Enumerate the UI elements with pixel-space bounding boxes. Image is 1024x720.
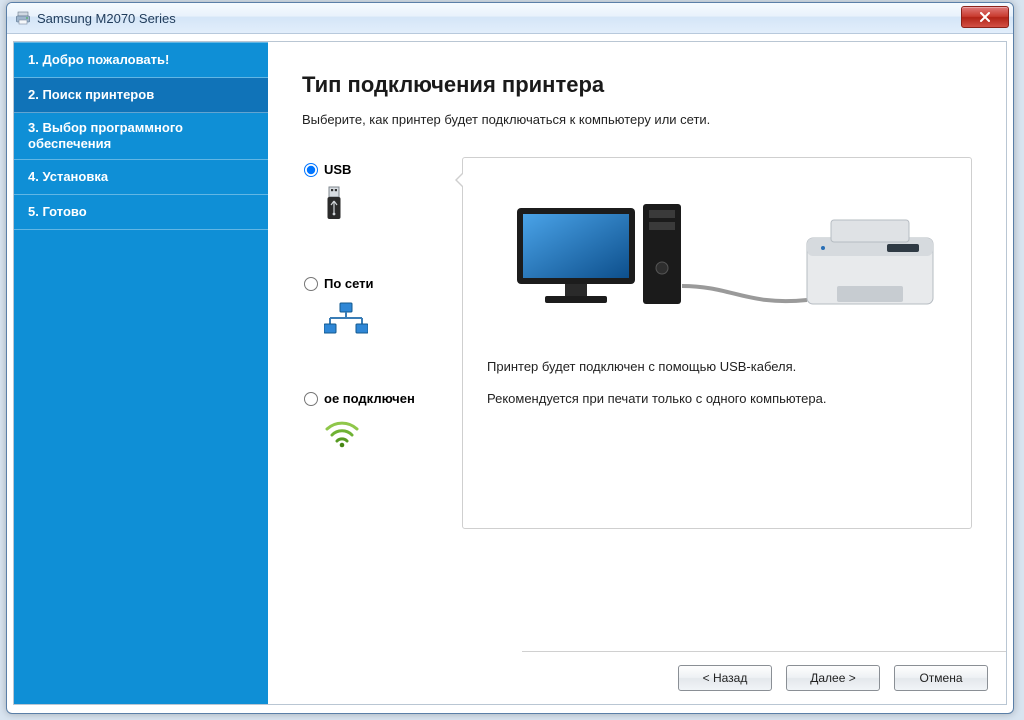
- connection-illustration: [487, 180, 947, 330]
- radio-usb[interactable]: [304, 163, 318, 177]
- cancel-button[interactable]: Отмена: [894, 665, 988, 691]
- wizard-footer: < Назад Далее > Отмена: [522, 651, 1006, 704]
- next-button[interactable]: Далее >: [786, 665, 880, 691]
- desc-line-1: Принтер будет подключен с помощью USB-ка…: [487, 358, 947, 376]
- option-usb-label: USB: [324, 163, 351, 177]
- desc-line-2: Рекомендуется при печати только с одного…: [487, 390, 947, 408]
- wifi-icon: [324, 414, 462, 452]
- titlebar: Samsung M2070 Series: [7, 3, 1013, 34]
- option-wireless[interactable]: ое подключен: [302, 392, 462, 452]
- connection-description: Принтер будет подключен с помощью USB-ка…: [487, 358, 947, 408]
- main-panel: Тип подключения принтера Выберите, как п…: [268, 42, 1006, 704]
- wizard-sidebar: 1. Добро пожаловать! 2. Поиск принтеров …: [14, 42, 268, 704]
- installer-window: Samsung M2070 Series 1. Добро пожаловать…: [6, 2, 1014, 714]
- printer-app-icon: [15, 10, 31, 26]
- page-subtitle: Выберите, как принтер будет подключаться…: [302, 112, 972, 127]
- connection-options: USB: [302, 157, 462, 452]
- option-wireless-label: ое подключен: [324, 392, 415, 406]
- step-welcome[interactable]: 1. Добро пожаловать!: [14, 42, 268, 78]
- back-button[interactable]: < Назад: [678, 665, 772, 691]
- step-done[interactable]: 5. Готово: [14, 195, 268, 230]
- connection-preview-panel: Принтер будет подключен с помощью USB-ка…: [462, 157, 972, 529]
- option-network[interactable]: По сети: [302, 277, 462, 337]
- step-software-selection[interactable]: 3. Выбор программного обеспечения: [14, 113, 268, 160]
- window-title: Samsung M2070 Series: [37, 11, 176, 26]
- usb-icon: [324, 185, 462, 223]
- radio-network[interactable]: [304, 277, 318, 291]
- step-install[interactable]: 4. Установка: [14, 160, 268, 195]
- option-usb[interactable]: USB: [302, 163, 462, 223]
- step-search-printers[interactable]: 2. Поиск принтеров: [14, 78, 268, 113]
- option-network-label: По сети: [324, 277, 374, 291]
- client-area: 1. Добро пожаловать! 2. Поиск принтеров …: [13, 41, 1007, 705]
- close-button[interactable]: [961, 6, 1009, 28]
- network-icon: [324, 300, 462, 338]
- radio-wireless[interactable]: [304, 392, 318, 406]
- page-heading: Тип подключения принтера: [302, 72, 972, 98]
